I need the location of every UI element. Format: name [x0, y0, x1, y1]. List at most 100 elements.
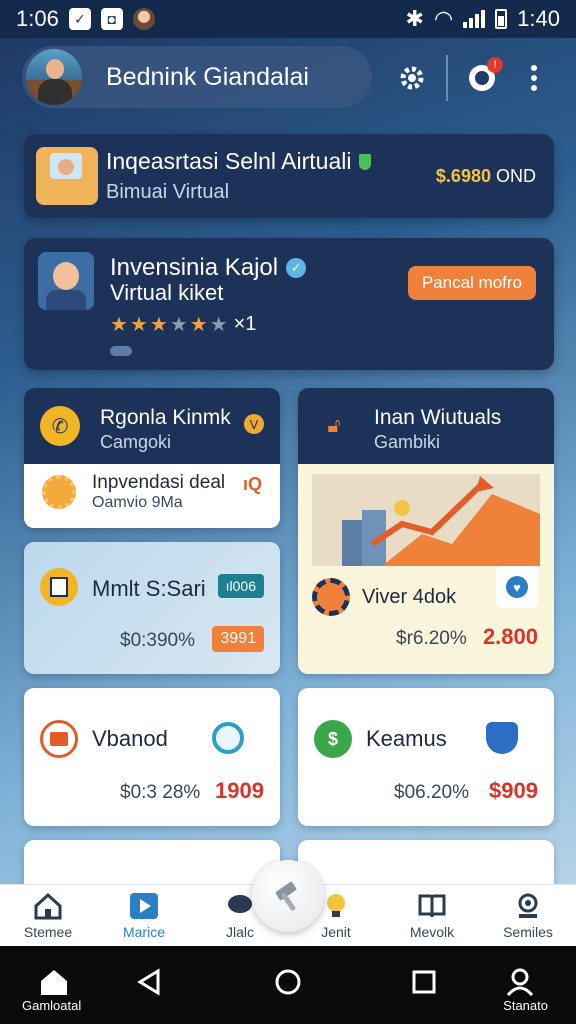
system-back-button[interactable]	[132, 964, 168, 1000]
system-profile-button[interactable]	[502, 964, 538, 1000]
more-menu-button[interactable]	[508, 52, 560, 104]
viver-row: Viver 4dok	[312, 578, 456, 616]
mmlt-card[interactable]: Mmlt S:Sari ıl006 $0:390% 3991	[24, 542, 280, 674]
verified-icon: ✓	[286, 258, 307, 278]
settings-button[interactable]	[386, 52, 438, 104]
nav-label: Mevolk	[409, 924, 455, 940]
user-avatar[interactable]	[26, 49, 82, 105]
price-amount: $.6980	[435, 166, 491, 186]
profile-icon	[518, 893, 538, 918]
system-home-button[interactable]	[36, 964, 72, 1000]
wallet-icon	[40, 720, 78, 758]
system-profile-label: Stanato	[503, 998, 548, 1013]
nav-label: Semiles	[503, 924, 553, 940]
kinmk-card-header: ✆ Rgonla Kinmk Camgoki V	[24, 388, 280, 464]
status-time-right: 1:40	[517, 6, 560, 31]
wiutuals-card-header: 🔓︎ Inan Wiutuals Gambiki	[298, 388, 554, 464]
chat-icon	[228, 895, 252, 913]
viver-name: Viver 4dok	[362, 585, 457, 608]
header-divider	[446, 55, 448, 101]
vbanod-percent: $0:3 28%	[120, 782, 201, 803]
inpvendasi-row[interactable]: Inpvendasi deal Oamvio 9Ma	[42, 472, 225, 512]
dollar-icon: $	[314, 720, 352, 758]
kinmk-card[interactable]: ✆ Rgonla Kinmk Camgoki V Inpvendasi deal…	[24, 388, 280, 528]
hammer-icon	[275, 881, 297, 911]
price-currency: OND	[496, 166, 536, 186]
building-icon	[342, 520, 362, 566]
kinmk-badge: V	[244, 414, 264, 434]
investasi-subtitle: Bimuai Virtual	[106, 181, 230, 203]
profile-header[interactable]: Bednink Giandalai	[22, 46, 372, 108]
keamus-card[interactable]: $ Keamus $06.20% $909	[298, 688, 554, 826]
keamus-value: $909	[489, 778, 538, 803]
status-bar: 1:06 ✓ ◘ ✱ ◠ 1:40	[0, 0, 576, 38]
refresh-icon[interactable]	[212, 722, 244, 754]
nav-label: Jlalc	[225, 924, 254, 940]
wiutuals-card[interactable]: 🔓︎ Inan Wiutuals Gambiki Viver 4dok ♥ $r…	[298, 388, 554, 674]
shield-app-icon: ◘	[100, 8, 123, 30]
shield-icon	[359, 153, 372, 170]
more-vertical-icon	[531, 65, 537, 91]
heart-icon: ♥	[506, 576, 528, 598]
viver-value: 2.800	[482, 624, 538, 649]
document-icon	[40, 568, 78, 606]
nav-item-stemee[interactable]: Stemee	[0, 885, 96, 946]
kapal-banner[interactable]: Invensinia Kajol ✓ Virtual kiket ★ ★ ★ ★…	[24, 238, 554, 370]
gear-icon	[400, 66, 424, 90]
nav-label: Marice	[122, 924, 165, 940]
kapal-title: Invensinia Kajol	[110, 254, 279, 281]
investasi-title-row: Inqeasrtasi Selnl Airtuali	[106, 148, 372, 175]
keamus-name: Keamus	[366, 726, 447, 751]
flower-icon	[42, 475, 76, 509]
center-action-button[interactable]	[252, 860, 324, 932]
mmlt-value: 3991	[212, 626, 264, 652]
carousel-indicator[interactable]	[110, 346, 132, 356]
rating-value: ×1	[233, 313, 257, 335]
vibrate-icon: ✱	[405, 6, 424, 31]
bulb-icon	[327, 894, 345, 917]
keamus-percent: $06.20%	[394, 782, 470, 803]
favorite-button[interactable]: ♥	[496, 566, 538, 608]
lock-icon: 🔓︎	[327, 414, 341, 437]
notification-avatar-icon	[132, 8, 155, 30]
kapal-subtitle: Virtual kiket	[110, 280, 224, 305]
circle-home-icon	[275, 969, 301, 995]
check-app-icon: ✓	[68, 8, 91, 30]
phone-icon: ✆	[40, 406, 80, 446]
inpvendasi-title: Inpvendasi deal	[92, 472, 226, 493]
play-icon	[130, 893, 158, 919]
star-icon: ★	[149, 314, 168, 336]
header-actions: !	[386, 52, 560, 104]
investasi-banner[interactable]: Inqeasrtasi Selnl Airtuali Bimuai Virtua…	[24, 134, 554, 218]
vbanod-card[interactable]: Vbanod $0:3 28% 1909	[24, 688, 280, 826]
pancal-button[interactable]: Pancal mofro	[407, 266, 536, 300]
kinmk-subtitle: Camgoki	[100, 432, 172, 452]
system-recents-home-button[interactable]	[270, 964, 306, 1000]
star-empty-icon: ★	[209, 314, 228, 336]
growth-illustration	[312, 474, 540, 566]
star-icon: ★	[189, 314, 208, 336]
inpvendasi-mark: ıQ	[242, 474, 262, 494]
mmlt-percent: $0:390%	[120, 630, 196, 651]
system-navigation-bar: Gamloatal Stanato	[0, 946, 576, 1024]
notifications-button[interactable]: !	[456, 52, 508, 104]
investasi-title: Inqeasrtasi Selnl Airtuali	[106, 148, 352, 174]
signal-icon	[463, 10, 486, 28]
system-home-label: Gamloatal	[22, 998, 82, 1013]
investasi-price: $.6980 OND	[436, 166, 536, 187]
viver-percent: $r6.20%	[396, 628, 467, 649]
status-time-left: 1:06	[16, 6, 59, 31]
back-triangle-icon	[137, 968, 160, 996]
star-empty-icon: ★	[169, 314, 188, 336]
nav-item-mevolk[interactable]: Mevolk	[384, 885, 480, 946]
kinmk-title: Rgonla Kinmk	[100, 406, 231, 429]
nav-item-semiles[interactable]: Semiles	[480, 885, 576, 946]
notification-badge: !	[487, 57, 503, 73]
star-icon: ★	[110, 314, 128, 336]
system-overview-button[interactable]	[406, 964, 442, 1000]
shield-icon[interactable]	[486, 722, 518, 754]
nav-item-marice[interactable]: Marice	[96, 885, 192, 946]
home-icon	[41, 970, 67, 995]
square-overview-icon	[412, 970, 436, 994]
wiutuals-title: Inan Wiutuals	[374, 406, 502, 429]
